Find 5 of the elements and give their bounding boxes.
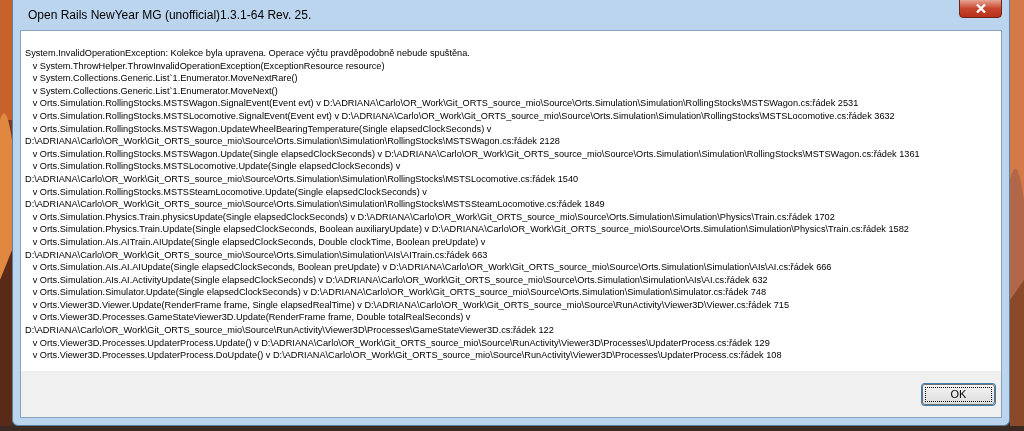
error-message: System.InvalidOperationException: Kolekce byla upravena. Operace výčtu pravděpodobně nebude spuštěna. v System.ThrowHelper.ThrowInvalidOperationException(ExceptionResource resource) v System.Collections.Generic.List`1.Enumerator.MoveNextRare() v System.Collections.Generic.List`1.Enumerator.MoveNext() v Orts.Simulation.RollingStocks.MSTSWagon.SignalEvent(Event evt) v D:\ADRIANA\Carlo\OR_Work\Git_ORTS_source_mio\Source\Orts.Simulation\Simulation\RollingStocks\MSTSWagon.cs:řádek 2531 v Orts.Simulation.RollingStocks.MSTSLocomotive.SignalEvent(Event evt) v D:\ADRIANA\Carlo\OR_Work\Git_ORTS_source_mio\Source\Orts.Simulation\Simulation\RollingStocks\MSTSLocomotive.cs:řádek 3632 v Orts.Simulation.RollingStocks.MSTSWagon.UpdateWheelBearingTemperature(Single elapsedClockSeconds) v D:\ADRIANA\Carlo\OR_Work\Git_ORTS_source_mio\Source\Orts.Simulation\Simulation\RollingStocks\MSTSWagon.cs:řádek 2128 v Orts.Simulation.RollingStocks.MSTSWagon.Update(Single elapsedClockSeconds) v D:\ADRIANA\Carlo\OR_Work\Git_ORTS_source_mio\Source\Orts.Simulation\Simulation\RollingStocks\MSTSWagon.cs:řádek 1361 v Orts.Simulation.RollingStocks.MSTSLocomotive.Update(Single elapsedClockSeconds) v D:\ADRIANA\Carlo\OR_Work\Git_ORTS_source_mio\Source\Orts.Simulation\Simulation\RollingStocks\MSTSLocomotive.cs:řádek 1540 v Orts.Simulation.RollingStocks.MSTSSteamLocomotive.Update(Single elapsedClockSeconds) v D:\ADRIANA\Carlo\OR_Work\Git_ORTS_source_mio\Source\Orts.Simulation\Simulation\RollingStocks\MSTSSteamLocomotive.cs:řádek 1849 v Orts.Simulation.Physics.Train.physicsUpdate(Single elapsedClockSeconds) v D:\ADRIANA\Carlo\OR_Work\Git_ORTS_source_mio\Source\Orts.Simulation\Simulation\Physics\Train.cs:řádek 1702 v Orts.Simulation.Physics.Train.Update(Single elapsedClockSeconds, Boolean auxiliaryUpdate) v D:\ADRIANA\Carlo\OR_Work\Git_ORTS_source_mio\Source\Orts.Simulation\Simulation\Physics\Train.cs:řádek 1582 v Orts.Simulation.AIs.AITrain.AIUpdate(Single elapsedClockSeconds, Double clockTime, Boolean preUpdate) v D:\ADRIANA\Carlo\OR_Work\Git_ORTS_source_mio\Source\Orts.Simulation\Simulation\AIs\AITrain.cs:řádek 663 v Orts.Simulation.AIs.AI.AIUpdate(Single elapsedClockSeconds, Boolean preUpdate) v D:\ADRIANA\Carlo\OR_Work\Git_ORTS_source_mio\Source\Orts.Simulation\Simulation\AIs\AI.cs:řádek 666 v Orts.Simulation.AIs.AI.ActivityUpdate(Single elapsedClockSeconds) v D:\ADRIANA\Carlo\OR_Work\Git_ORTS_source_mio\Source\Orts.Simulation\Simulation\AIs\AI.cs:řádek 632 v Orts.Simulation.Simulator.Update(Single elapsedClockSeconds) v D:\ADRIANA\Carlo\OR_Work\Git_ORTS_source_mio\Source\Orts.Simulation\Simulation\Simulator.cs:řádek 748 v Orts.Viewer3D.Viewer.Update(RenderFrame frame, Single elapsedRealTime) v D:\ADRIANA\Carlo\OR_Work\Git_ORTS_source_mio\Source\RunActivity\Viewer3D\Viewer.cs:řádek 715 v Orts.Viewer3D.Processes.GameStateViewer3D.Update(RenderFrame frame, Double totalRealSeconds) v D:\ADRIANA\Carlo\OR_Work\Git_ORTS_source_mio\Source\RunActivity\Viewer3D\Processes\GameStateViewer3D.cs:řádek 122 v Orts.Viewer3D.Processes.UpdaterProcess.Update() v D:\ADRIANA\Carlo\OR_Work\Git_ORTS_source_mio\Source\RunActivity\Viewer3D\Processes\UpdaterProcess.cs:řádek 129 v Orts.Viewer3D.Processes.UpdaterProcess.DoUpdate() v D:\ADRIANA\Carlo\OR_Work\Git_ORTS_source_mio\Source\RunActivity\Viewer3D\Processes\UpdaterProcess.cs:řádek 108: [25, 47, 920, 362]
close-button[interactable]: [959, 0, 1002, 18]
close-icon: [974, 3, 987, 14]
ok-button[interactable]: OK: [922, 383, 995, 405]
window-title: Open Rails NewYear MG (unofficial)1.3.1-64 Rev. 25.: [28, 7, 312, 24]
